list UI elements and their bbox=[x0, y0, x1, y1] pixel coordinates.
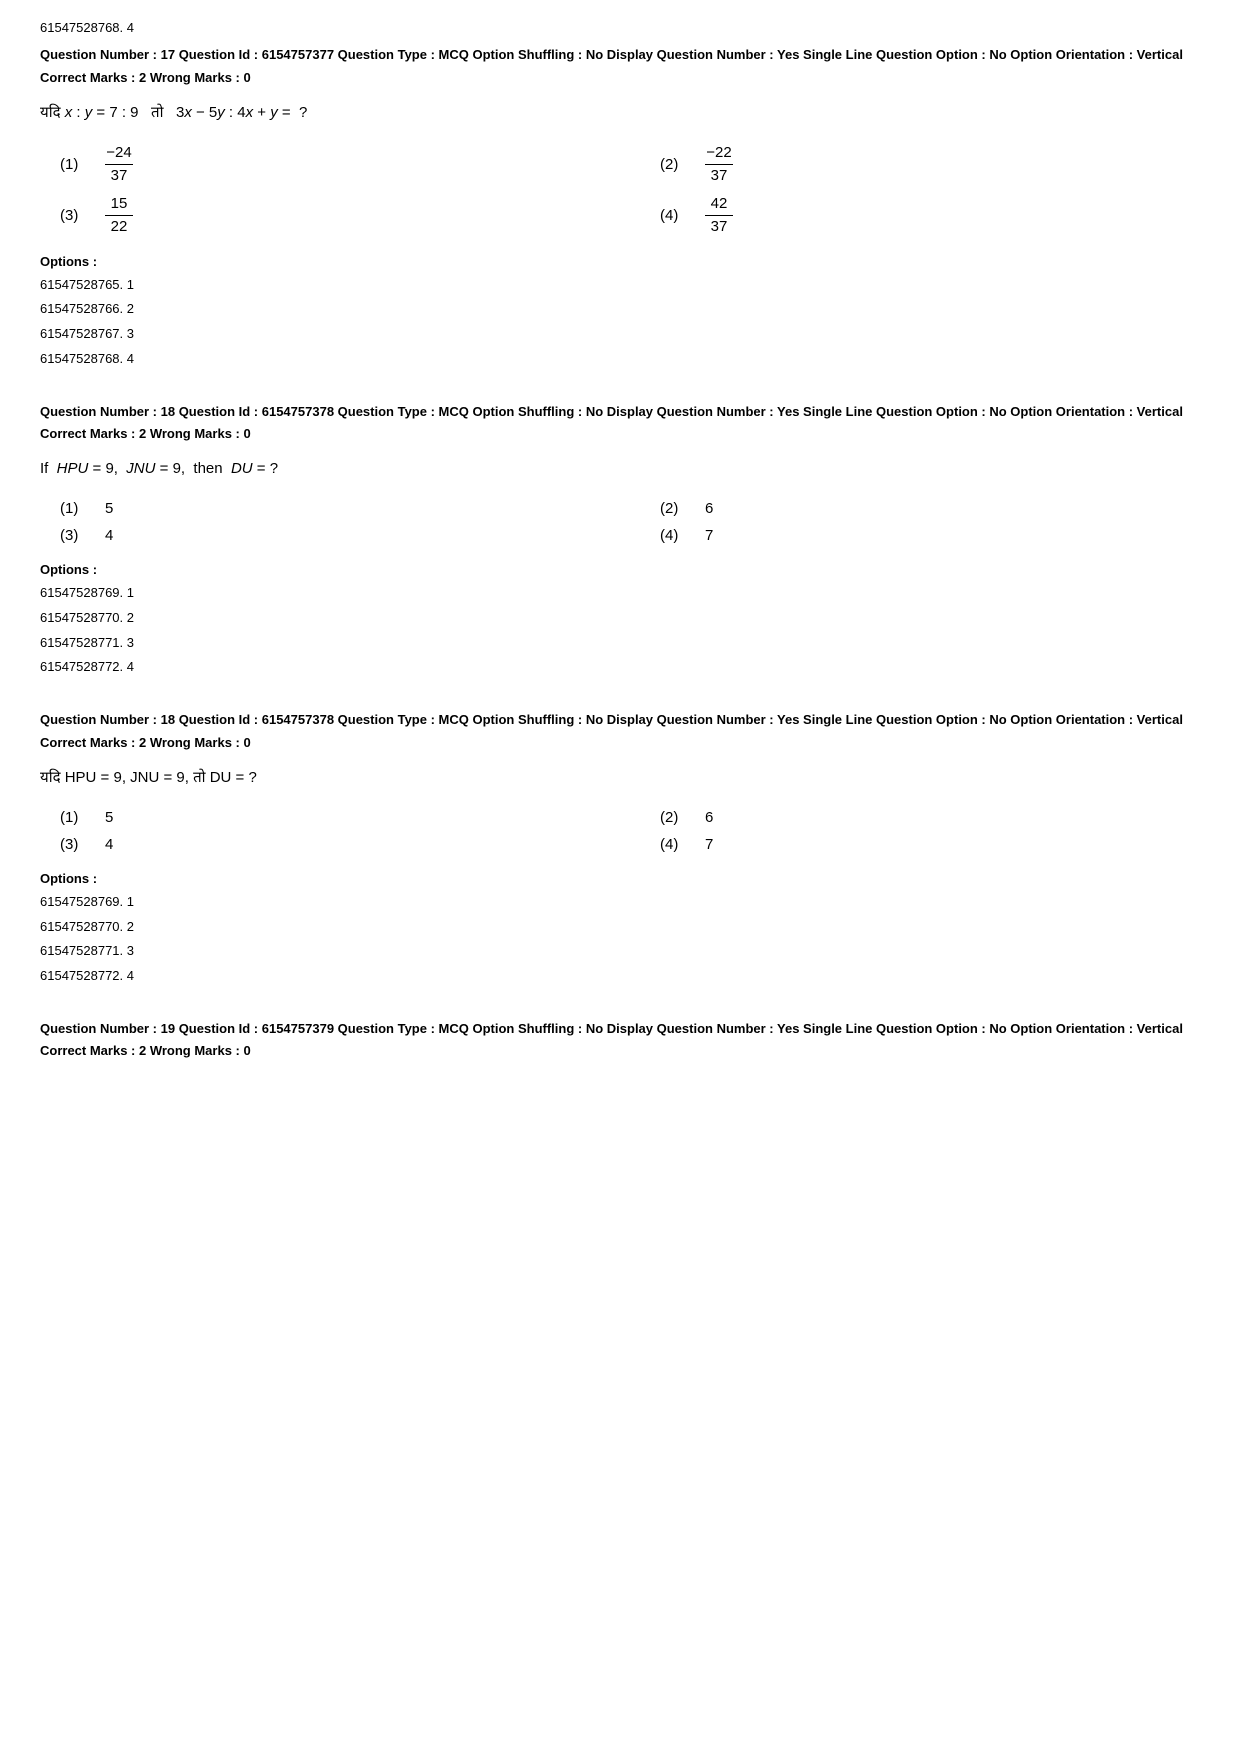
option-17-3-fraction: 15 22 bbox=[105, 195, 133, 236]
question-18a: Question Number : 18 Question Id : 61547… bbox=[40, 402, 1200, 681]
question-18b: Question Number : 18 Question Id : 61547… bbox=[40, 710, 1200, 989]
option-id-18b-2: 61547528770. 2 bbox=[40, 915, 1200, 940]
option-id-18b-3: 61547528771. 3 bbox=[40, 939, 1200, 964]
option-id-17-2: 61547528766. 2 bbox=[40, 297, 1200, 322]
option-18b-3-num: (3) bbox=[60, 836, 85, 853]
question-18a-text: If HPU = 9, JNU = 9, then DU = ? bbox=[40, 455, 1200, 482]
option-18a-1-num: (1) bbox=[60, 500, 85, 517]
question-19: Question Number : 19 Question Id : 61547… bbox=[40, 1019, 1200, 1059]
option-18b-4-val: 7 bbox=[705, 836, 713, 853]
option-18a-3: (3) 4 bbox=[60, 527, 600, 544]
question-17-marks: Correct Marks : 2 Wrong Marks : 0 bbox=[40, 70, 1200, 85]
option-17-1-numerator: −24 bbox=[105, 144, 133, 165]
question-18a-meta: Question Number : 18 Question Id : 61547… bbox=[40, 402, 1200, 423]
option-17-4-num: (4) bbox=[660, 207, 685, 224]
option-id-18a-3: 61547528771. 3 bbox=[40, 631, 1200, 656]
option-17-2-numerator: −22 bbox=[705, 144, 733, 165]
question-18b-text: यदि HPU = 9, JNU = 9, तो DU = ? bbox=[40, 764, 1200, 791]
option-id-17-4: 61547528768. 4 bbox=[40, 347, 1200, 372]
option-id-18a-1: 61547528769. 1 bbox=[40, 581, 1200, 606]
question-17-option-ids: 61547528765. 1 61547528766. 2 6154752876… bbox=[40, 273, 1200, 372]
question-17-text: यदि x : y = 7 : 9 तो 3x − 5y : 4x + y = … bbox=[40, 99, 1200, 126]
option-18a-4: (4) 7 bbox=[660, 527, 1200, 544]
question-18a-marks: Correct Marks : 2 Wrong Marks : 0 bbox=[40, 426, 1200, 441]
option-17-2-denominator: 37 bbox=[711, 165, 728, 185]
option-17-3: (3) 15 22 bbox=[60, 195, 600, 236]
option-17-1-num: (1) bbox=[60, 156, 85, 173]
option-id-17-1: 61547528765. 1 bbox=[40, 273, 1200, 298]
question-18b-options-label: Options : bbox=[40, 871, 1200, 886]
option-id-18b-1: 61547528769. 1 bbox=[40, 890, 1200, 915]
option-17-1: (1) −24 37 bbox=[60, 144, 600, 185]
option-18b-2-val: 6 bbox=[705, 809, 713, 826]
question-17-options-label: Options : bbox=[40, 254, 1200, 269]
option-18a-2: (2) 6 bbox=[660, 500, 1200, 517]
option-17-3-denominator: 22 bbox=[111, 216, 128, 236]
question-18b-option-ids: 61547528769. 1 61547528770. 2 6154752877… bbox=[40, 890, 1200, 989]
question-18b-marks: Correct Marks : 2 Wrong Marks : 0 bbox=[40, 735, 1200, 750]
question-17-meta: Question Number : 17 Question Id : 61547… bbox=[40, 45, 1200, 66]
option-18b-3-val: 4 bbox=[105, 836, 113, 853]
option-18a-4-num: (4) bbox=[660, 527, 685, 544]
option-18b-1: (1) 5 bbox=[60, 809, 600, 826]
option-id-18a-2: 61547528770. 2 bbox=[40, 606, 1200, 631]
option-18b-3: (3) 4 bbox=[60, 836, 600, 853]
option-18a-2-val: 6 bbox=[705, 500, 713, 517]
option-18a-1: (1) 5 bbox=[60, 500, 600, 517]
option-18b-4: (4) 7 bbox=[660, 836, 1200, 853]
option-18a-1-val: 5 bbox=[105, 500, 113, 517]
option-18b-4-num: (4) bbox=[660, 836, 685, 853]
option-17-3-num: (3) bbox=[60, 207, 85, 224]
question-18a-option-ids: 61547528769. 1 61547528770. 2 6154752877… bbox=[40, 581, 1200, 680]
question-19-meta: Question Number : 19 Question Id : 61547… bbox=[40, 1019, 1200, 1040]
option-17-2-num: (2) bbox=[660, 156, 685, 173]
option-17-4-denominator: 37 bbox=[711, 216, 728, 236]
option-17-1-fraction: −24 37 bbox=[105, 144, 133, 185]
question-18a-options: (1) 5 (2) 6 (3) 4 (4) 7 bbox=[40, 500, 1200, 544]
question-19-marks: Correct Marks : 2 Wrong Marks : 0 bbox=[40, 1043, 1200, 1058]
option-17-2-fraction: −22 37 bbox=[705, 144, 733, 185]
option-17-4: (4) 42 37 bbox=[660, 195, 1200, 236]
option-17-1-denominator: 37 bbox=[111, 165, 128, 185]
option-18a-4-val: 7 bbox=[705, 527, 713, 544]
question-17: Question Number : 17 Question Id : 61547… bbox=[40, 45, 1200, 372]
top-reference: 61547528768. 4 bbox=[40, 20, 1200, 35]
option-18a-3-val: 4 bbox=[105, 527, 113, 544]
option-18b-2: (2) 6 bbox=[660, 809, 1200, 826]
option-id-18b-4: 61547528772. 4 bbox=[40, 964, 1200, 989]
question-17-options: (1) −24 37 (2) −22 37 (3) 15 22 (4) 42 bbox=[40, 144, 1200, 236]
option-id-17-3: 61547528767. 3 bbox=[40, 322, 1200, 347]
option-17-4-fraction: 42 37 bbox=[705, 195, 733, 236]
question-18b-meta: Question Number : 18 Question Id : 61547… bbox=[40, 710, 1200, 731]
option-18b-1-num: (1) bbox=[60, 809, 85, 826]
question-18b-options: (1) 5 (2) 6 (3) 4 (4) 7 bbox=[40, 809, 1200, 853]
option-18a-3-num: (3) bbox=[60, 527, 85, 544]
option-17-4-numerator: 42 bbox=[705, 195, 733, 216]
question-18a-options-label: Options : bbox=[40, 562, 1200, 577]
option-17-3-numerator: 15 bbox=[105, 195, 133, 216]
option-18b-2-num: (2) bbox=[660, 809, 685, 826]
option-18b-1-val: 5 bbox=[105, 809, 113, 826]
option-17-2: (2) −22 37 bbox=[660, 144, 1200, 185]
option-id-18a-4: 61547528772. 4 bbox=[40, 655, 1200, 680]
option-18a-2-num: (2) bbox=[660, 500, 685, 517]
